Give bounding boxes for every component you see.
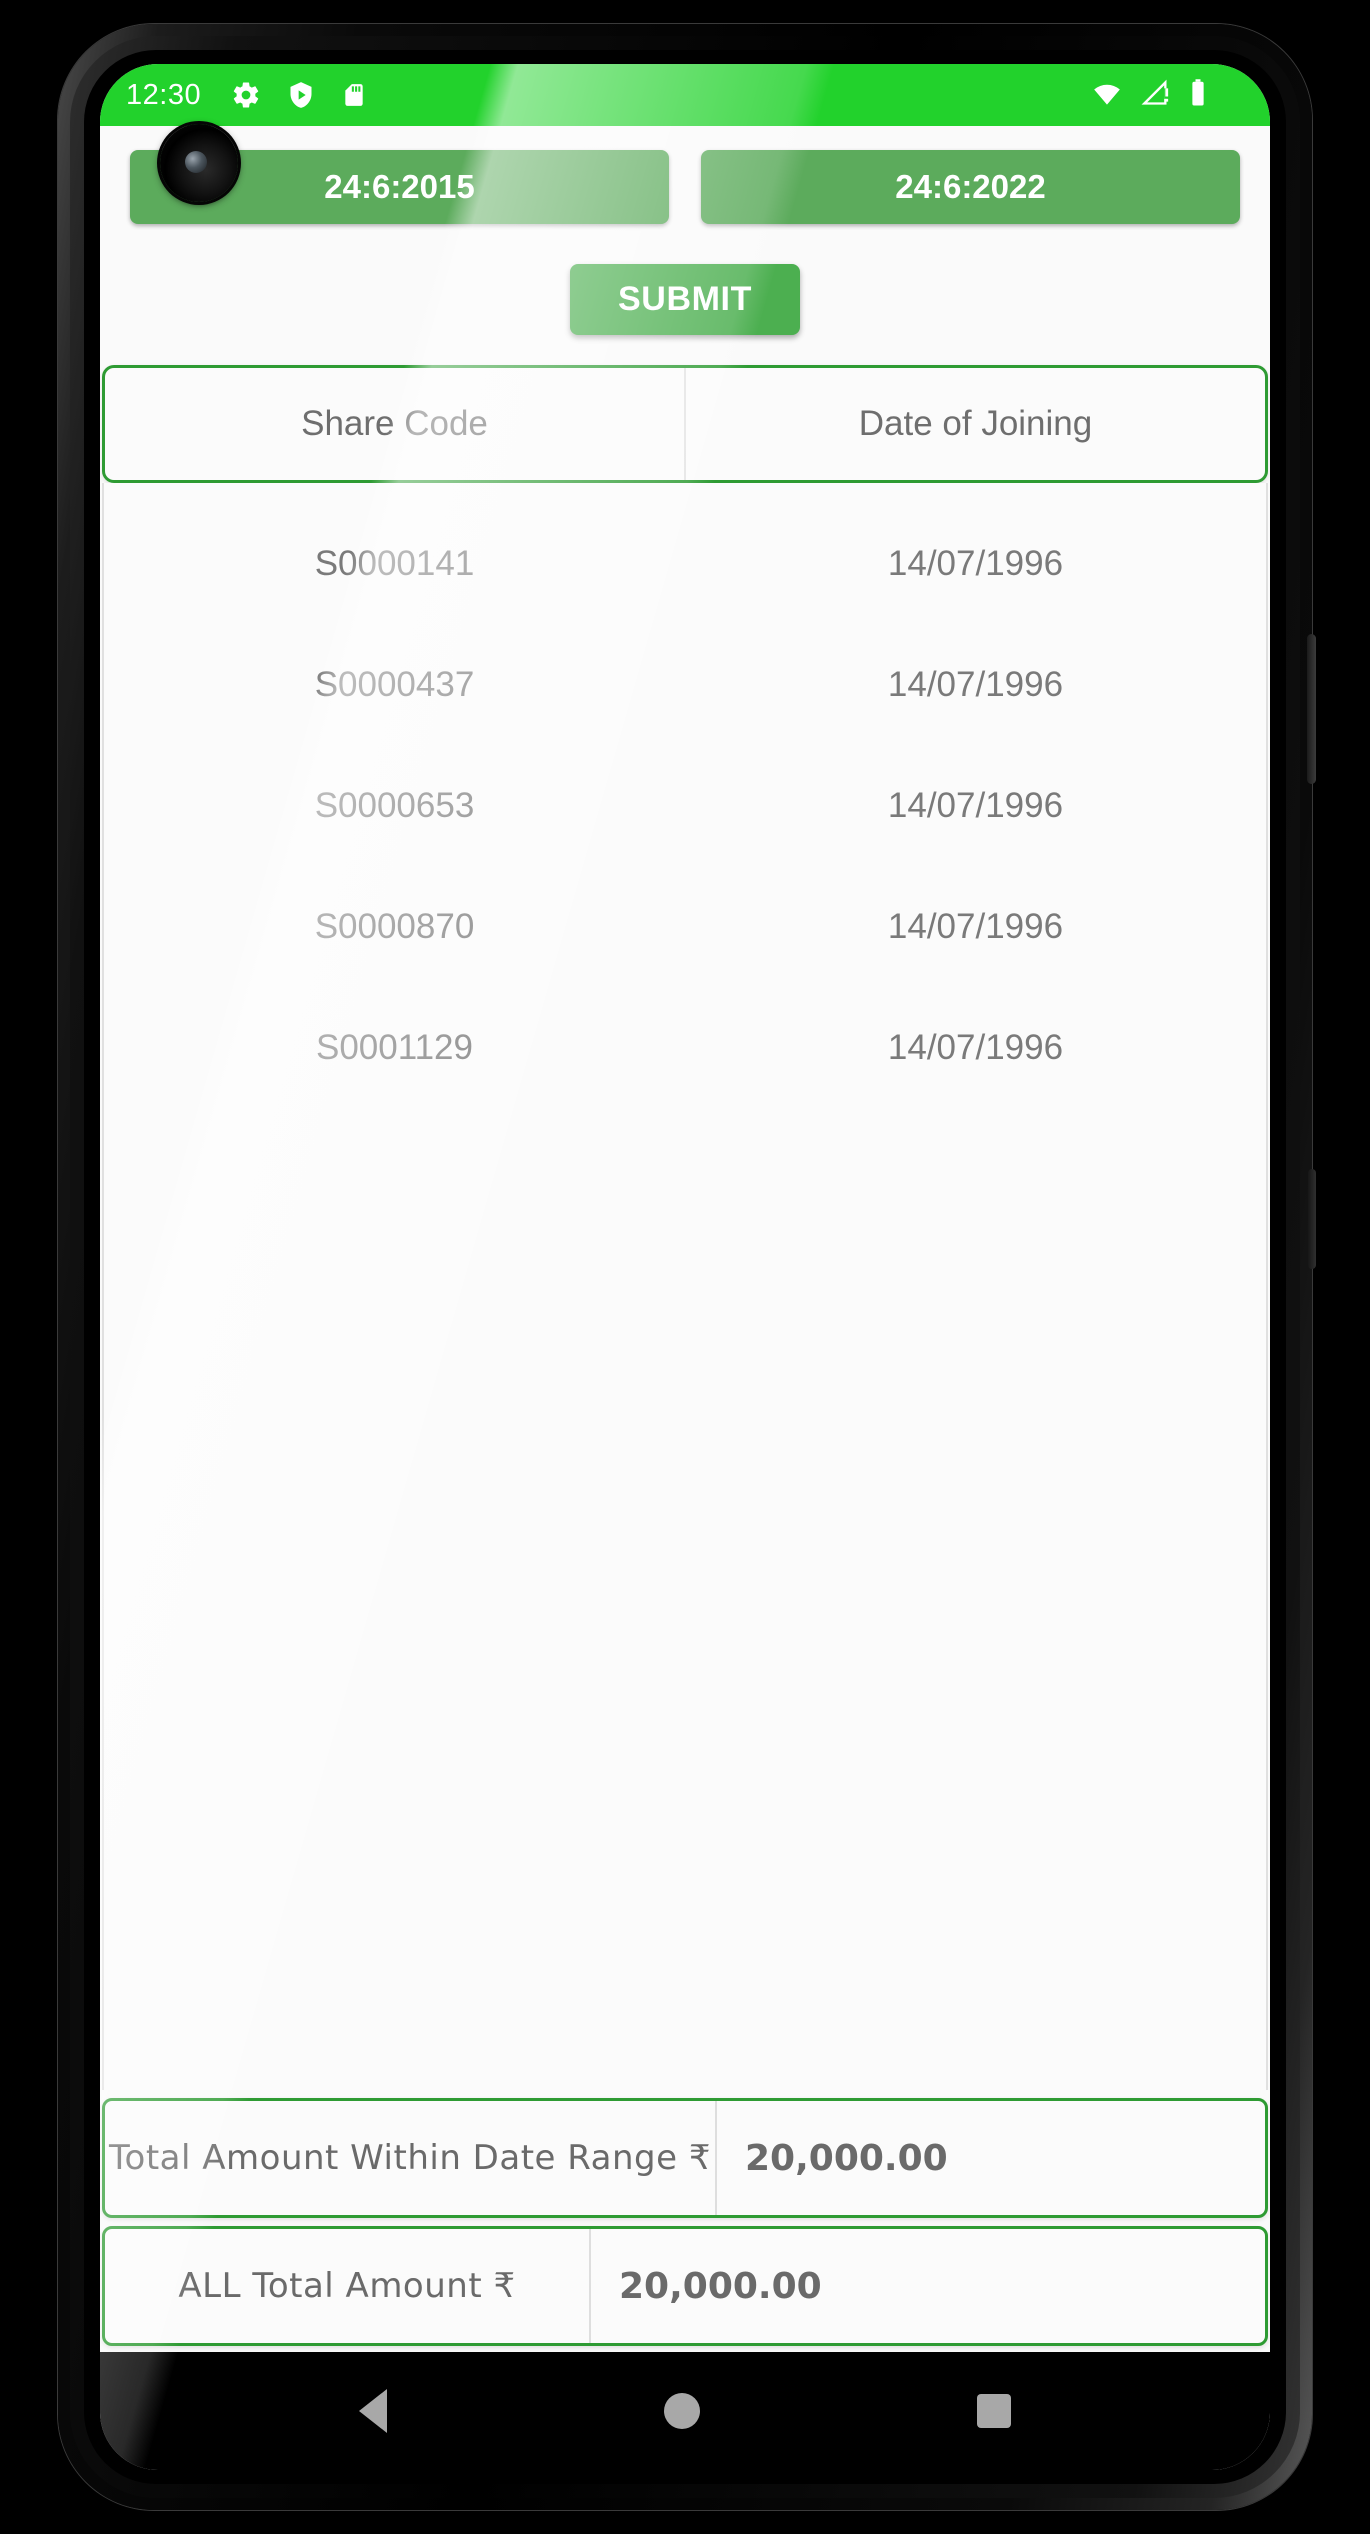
range-total-row: Total Amount Within Date Range ₹ 20,000.… bbox=[102, 2098, 1268, 2218]
submit-row: SUBMIT bbox=[100, 224, 1270, 365]
cell-date-of-joining: 14/07/1996 bbox=[887, 1027, 1064, 1067]
phone-screen: 12:30 24:6:2015 24:6:2022 SUBMIT Share C… bbox=[100, 64, 1270, 2470]
range-total-value: 20,000.00 bbox=[745, 2137, 948, 2179]
results-table: Share Code Date of Joining S0000141 14/0… bbox=[102, 365, 1268, 2090]
camera-punch-hole bbox=[160, 124, 238, 202]
table-row[interactable]: S0000870 14/07/1996 bbox=[104, 866, 1266, 987]
sd-card-icon bbox=[341, 80, 367, 110]
gear-icon bbox=[231, 80, 261, 110]
status-bar-clock: 12:30 bbox=[126, 78, 202, 111]
submit-button[interactable]: SUBMIT bbox=[570, 264, 800, 335]
cell-share-code: S0000870 bbox=[314, 906, 475, 946]
all-total-label: ALL Total Amount ₹ bbox=[105, 2229, 591, 2343]
shield-play-icon bbox=[287, 80, 315, 110]
cell-date-of-joining: 14/07/1996 bbox=[887, 664, 1064, 704]
table-body[interactable]: S0000141 14/07/1996 S0000437 14/07/1996 … bbox=[102, 483, 1268, 2090]
wifi-icon bbox=[1090, 79, 1124, 112]
range-total-label: Total Amount Within Date Range ₹ bbox=[105, 2101, 717, 2215]
power-button[interactable] bbox=[1307, 634, 1316, 784]
back-triangle-icon[interactable] bbox=[358, 2389, 387, 2433]
table-header-row: Share Code Date of Joining bbox=[102, 365, 1268, 483]
cell-share-code: S0000141 bbox=[314, 543, 475, 583]
signal-warning-icon bbox=[1140, 79, 1172, 112]
date-range-row: 24:6:2015 24:6:2022 bbox=[100, 126, 1270, 224]
table-row[interactable]: S0001129 14/07/1996 bbox=[104, 987, 1266, 1108]
status-bar-right-icons bbox=[1090, 78, 1244, 113]
phone-frame: 12:30 24:6:2015 24:6:2022 SUBMIT Share C… bbox=[58, 24, 1316, 2510]
table-row[interactable]: S0000653 14/07/1996 bbox=[104, 745, 1266, 866]
totals-section: Total Amount Within Date Range ₹ 20,000.… bbox=[100, 2090, 1270, 2352]
cell-share-code: S0000437 bbox=[314, 664, 475, 704]
column-header-date-of-joining: Date of Joining bbox=[684, 368, 1265, 480]
cell-date-of-joining: 14/07/1996 bbox=[887, 785, 1064, 825]
app-content: 24:6:2015 24:6:2022 SUBMIT Share Code Da… bbox=[100, 126, 1270, 2352]
cell-share-code: S0001129 bbox=[315, 1027, 473, 1067]
column-header-share-code: Share Code bbox=[301, 404, 488, 443]
all-total-value: 20,000.00 bbox=[619, 2265, 822, 2307]
recents-square-icon[interactable] bbox=[977, 2394, 1012, 2428]
battery-icon bbox=[1188, 78, 1208, 113]
all-total-row: ALL Total Amount ₹ 20,000.00 bbox=[102, 2226, 1268, 2346]
volume-button[interactable] bbox=[1308, 1169, 1316, 1269]
to-date-button[interactable]: 24:6:2022 bbox=[701, 150, 1240, 224]
table-row[interactable]: S0000141 14/07/1996 bbox=[104, 503, 1266, 624]
cell-date-of-joining: 14/07/1996 bbox=[887, 543, 1064, 583]
cell-share-code: S0000653 bbox=[314, 785, 475, 825]
home-circle-icon[interactable] bbox=[663, 2393, 700, 2429]
status-bar: 12:30 bbox=[100, 64, 1270, 126]
android-navigation-bar bbox=[100, 2352, 1270, 2470]
cell-date-of-joining: 14/07/1996 bbox=[887, 906, 1064, 946]
table-row[interactable]: S0000437 14/07/1996 bbox=[104, 624, 1266, 745]
